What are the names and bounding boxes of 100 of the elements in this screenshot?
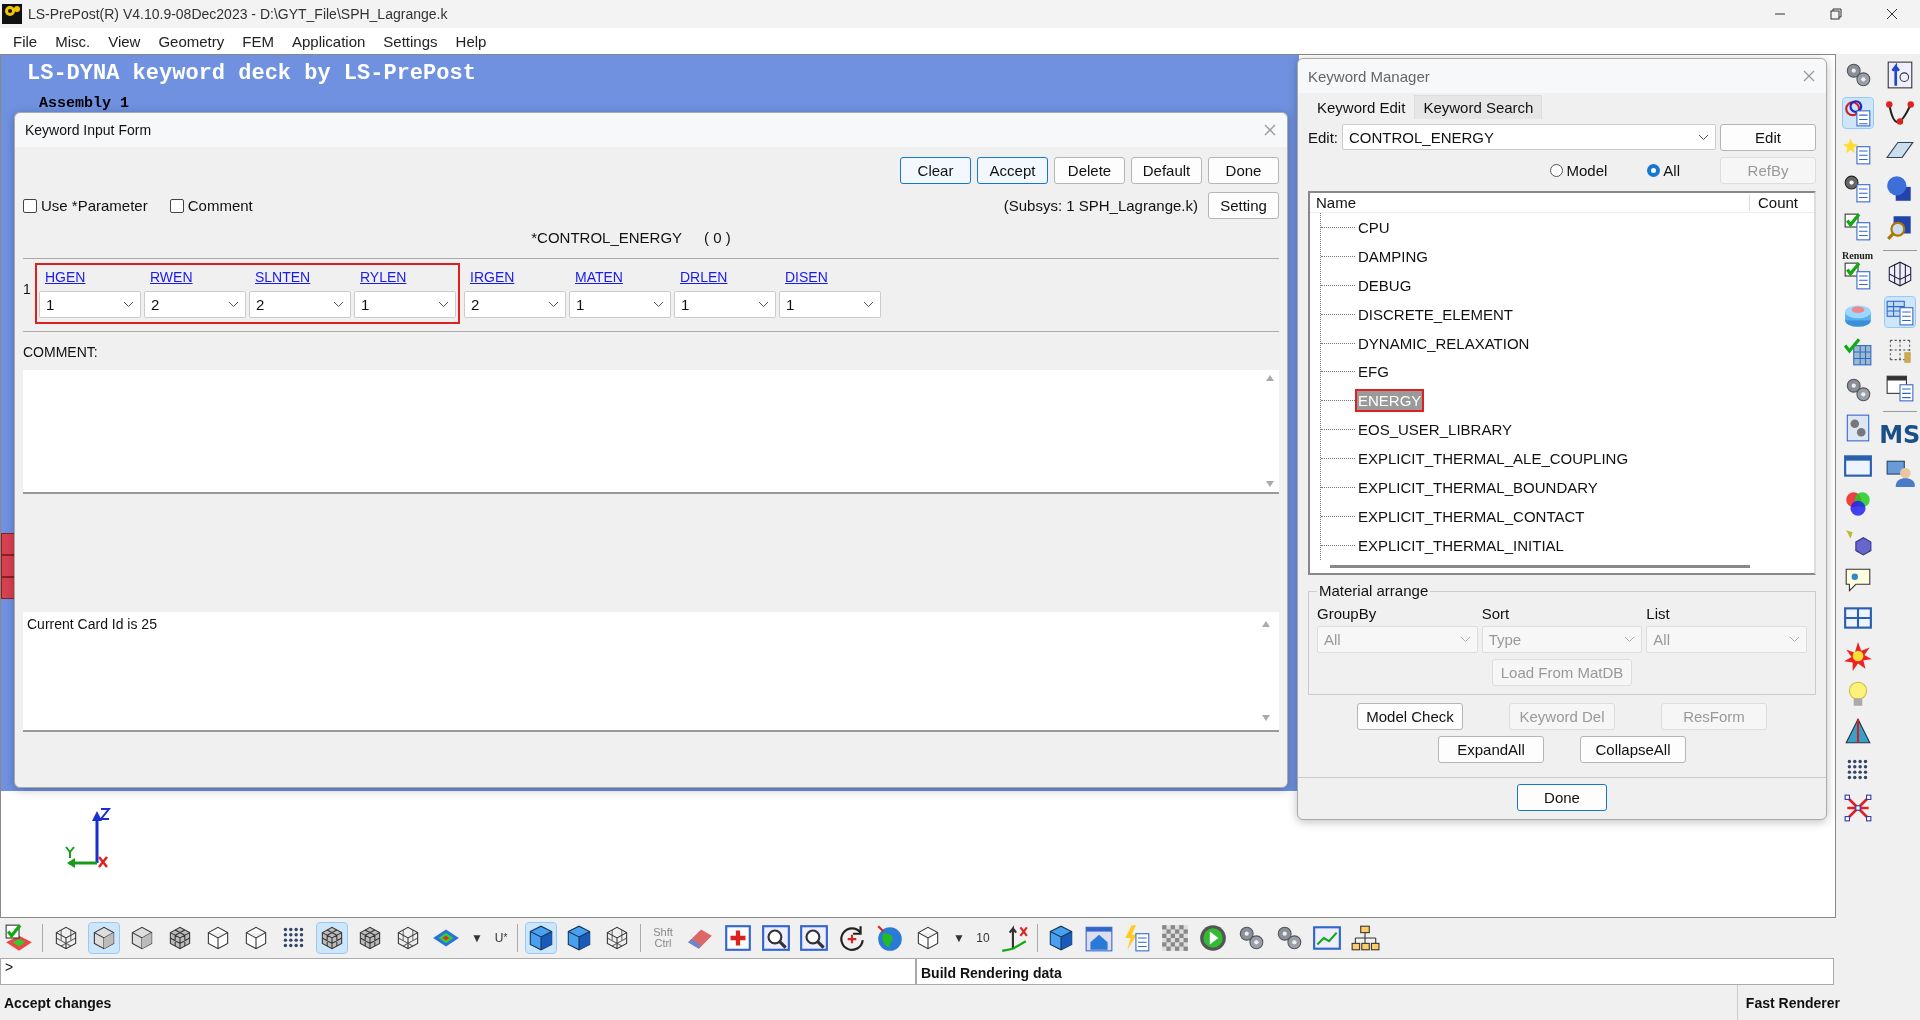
zoom-icon[interactable]: [799, 923, 829, 953]
globe-icon[interactable]: [875, 923, 905, 953]
menu-item[interactable]: FEM: [233, 32, 283, 50]
value-dropdown[interactable]: 1: [674, 291, 776, 318]
form-button[interactable]: Done: [1208, 157, 1279, 184]
tree-item[interactable]: EXPLICIT_THERMAL_BOUNDARY: [1355, 476, 1601, 500]
radio-button[interactable]: [1550, 163, 1564, 177]
field-label[interactable]: MATEN: [569, 269, 671, 285]
tab[interactable]: Keyword Search: [1414, 95, 1543, 119]
field-label[interactable]: IRGEN: [464, 269, 566, 285]
message-field: Build Rendering data: [916, 958, 1834, 985]
menu-item[interactable]: Help: [446, 32, 496, 50]
field-label[interactable]: RYLEN: [354, 269, 456, 285]
cross-mesh-icon[interactable]: [1842, 793, 1873, 823]
tree-item[interactable]: EXPLICIT_THERMAL_ALE_COUPLING: [1355, 447, 1632, 471]
burst-icon[interactable]: [1842, 641, 1873, 671]
form-button[interactable]: Delete: [1054, 157, 1125, 184]
circles-list-icon[interactable]: [1842, 98, 1873, 128]
value-dropdown[interactable]: 2: [249, 291, 351, 318]
checker-icon[interactable]: [1160, 923, 1190, 953]
check-grid-icon[interactable]: [1842, 337, 1873, 367]
value-dropdown[interactable]: 2: [464, 291, 566, 318]
action-button[interactable]: Model Check: [1357, 703, 1463, 730]
tree-item[interactable]: DAMPING: [1355, 244, 1431, 268]
checkbox[interactable]: [23, 198, 37, 213]
select-label: List: [1646, 605, 1671, 622]
menu-item[interactable]: Geometry: [149, 32, 234, 50]
cube-shaded-icon[interactable]: [89, 923, 119, 953]
rotate-icon[interactable]: [837, 923, 867, 953]
tree-item[interactable]: DISCRETE_ELEMENT: [1355, 302, 1517, 326]
window-list-icon[interactable]: [1884, 373, 1915, 403]
scrollbar[interactable]: [1330, 564, 1750, 568]
form-button[interactable]: Clear: [900, 157, 971, 184]
checkbox[interactable]: [169, 198, 184, 213]
field-label[interactable]: HGEN: [39, 269, 141, 285]
field-label[interactable]: RWEN: [144, 269, 246, 285]
tree-toggle-button[interactable]: CollapseAll: [1580, 736, 1686, 763]
menu-item[interactable]: Application: [282, 32, 375, 50]
chevron-icon: [653, 301, 664, 308]
cube-solid-icon[interactable]: [526, 923, 556, 953]
done-button[interactable]: Done: [1517, 784, 1607, 811]
table-list-icon[interactable]: [1884, 297, 1915, 327]
triad-icon[interactable]: [999, 923, 1029, 953]
restore-icon[interactable]: [1830, 8, 1842, 20]
curve-icon[interactable]: [1884, 98, 1915, 128]
person-icon[interactable]: [1884, 458, 1915, 488]
field-label[interactable]: DISEN: [779, 269, 881, 285]
column-header[interactable]: Name: [1310, 194, 1749, 212]
plus-icon[interactable]: [723, 923, 753, 953]
bolt-list-icon[interactable]: [1122, 923, 1152, 953]
star-list-icon[interactable]: [1842, 136, 1873, 166]
chevron-icon: [1459, 636, 1471, 643]
close-icon[interactable]: [1886, 8, 1898, 20]
chart-icon[interactable]: [1312, 923, 1342, 953]
select-label: Sort: [1481, 605, 1511, 622]
check-list-icon[interactable]: [1842, 261, 1873, 291]
tree-item[interactable]: EOS_USER_LIBRARY: [1355, 418, 1515, 442]
toolbar-label[interactable]: MS: [1879, 420, 1920, 450]
tree-item[interactable]: EXPLICIT_THERMAL_INITIAL: [1355, 533, 1567, 557]
setting-button[interactable]: Setting: [1208, 192, 1279, 219]
value-dropdown[interactable]: 1: [354, 291, 456, 318]
check-list-icon[interactable]: [1842, 212, 1873, 242]
toolbar-label[interactable]: ▼: [469, 923, 485, 953]
menu-item[interactable]: Settings: [374, 32, 447, 50]
chevron-icon: [548, 301, 559, 308]
tree-item[interactable]: DYNAMIC_RELAXATION: [1355, 331, 1533, 355]
value-dropdown[interactable]: 1: [779, 291, 881, 318]
value-dropdown[interactable]: 1: [569, 291, 671, 318]
zoom-icon[interactable]: [761, 923, 791, 953]
value-dropdown[interactable]: 2: [144, 291, 246, 318]
tree-icon[interactable]: [1350, 923, 1380, 953]
field-label[interactable]: SLNTEN: [249, 269, 351, 285]
value-dropdown[interactable]: 1: [39, 291, 141, 318]
chevron-icon: [1789, 636, 1800, 643]
chevron-icon: [1698, 133, 1709, 141]
toolbar-label[interactable]: ▼: [951, 923, 967, 953]
tree-item[interactable]: EXPLICIT_THERMAL_CONTACT: [1355, 504, 1588, 528]
form-button[interactable]: Accept: [977, 157, 1048, 184]
menu-item[interactable]: View: [99, 32, 150, 50]
keyword-dropdown[interactable]: CONTROL_ENERGY: [1342, 124, 1716, 150]
radio-button[interactable]: [1647, 163, 1661, 177]
toolbar-label[interactable]: 10: [975, 923, 991, 953]
tree-item[interactable]: CPU: [1355, 216, 1393, 240]
edit-button[interactable]: Edit: [1720, 123, 1816, 151]
play-icon[interactable]: [1198, 923, 1228, 953]
menu-item[interactable]: File: [4, 32, 47, 50]
tree-item[interactable]: Assembly 1: [39, 95, 129, 112]
form-button[interactable]: Default: [1131, 157, 1202, 184]
cube-mesh-icon[interactable]: [317, 923, 347, 953]
menu-item[interactable]: Misc.: [46, 32, 100, 50]
column-header[interactable]: Count: [1749, 194, 1814, 212]
check-surface-icon[interactable]: [4, 923, 34, 953]
tree-item[interactable]: EFG: [1355, 360, 1392, 384]
tree-toggle-button[interactable]: ExpandAll: [1438, 736, 1544, 763]
tree-item[interactable]: DEBUG: [1355, 273, 1415, 297]
command-field[interactable]: >: [0, 958, 916, 985]
edit-label: Edit:: [1308, 128, 1338, 146]
chevron-icon: [863, 301, 874, 308]
gear-list-icon[interactable]: [1842, 174, 1873, 204]
field-label[interactable]: DRLEN: [674, 269, 776, 285]
